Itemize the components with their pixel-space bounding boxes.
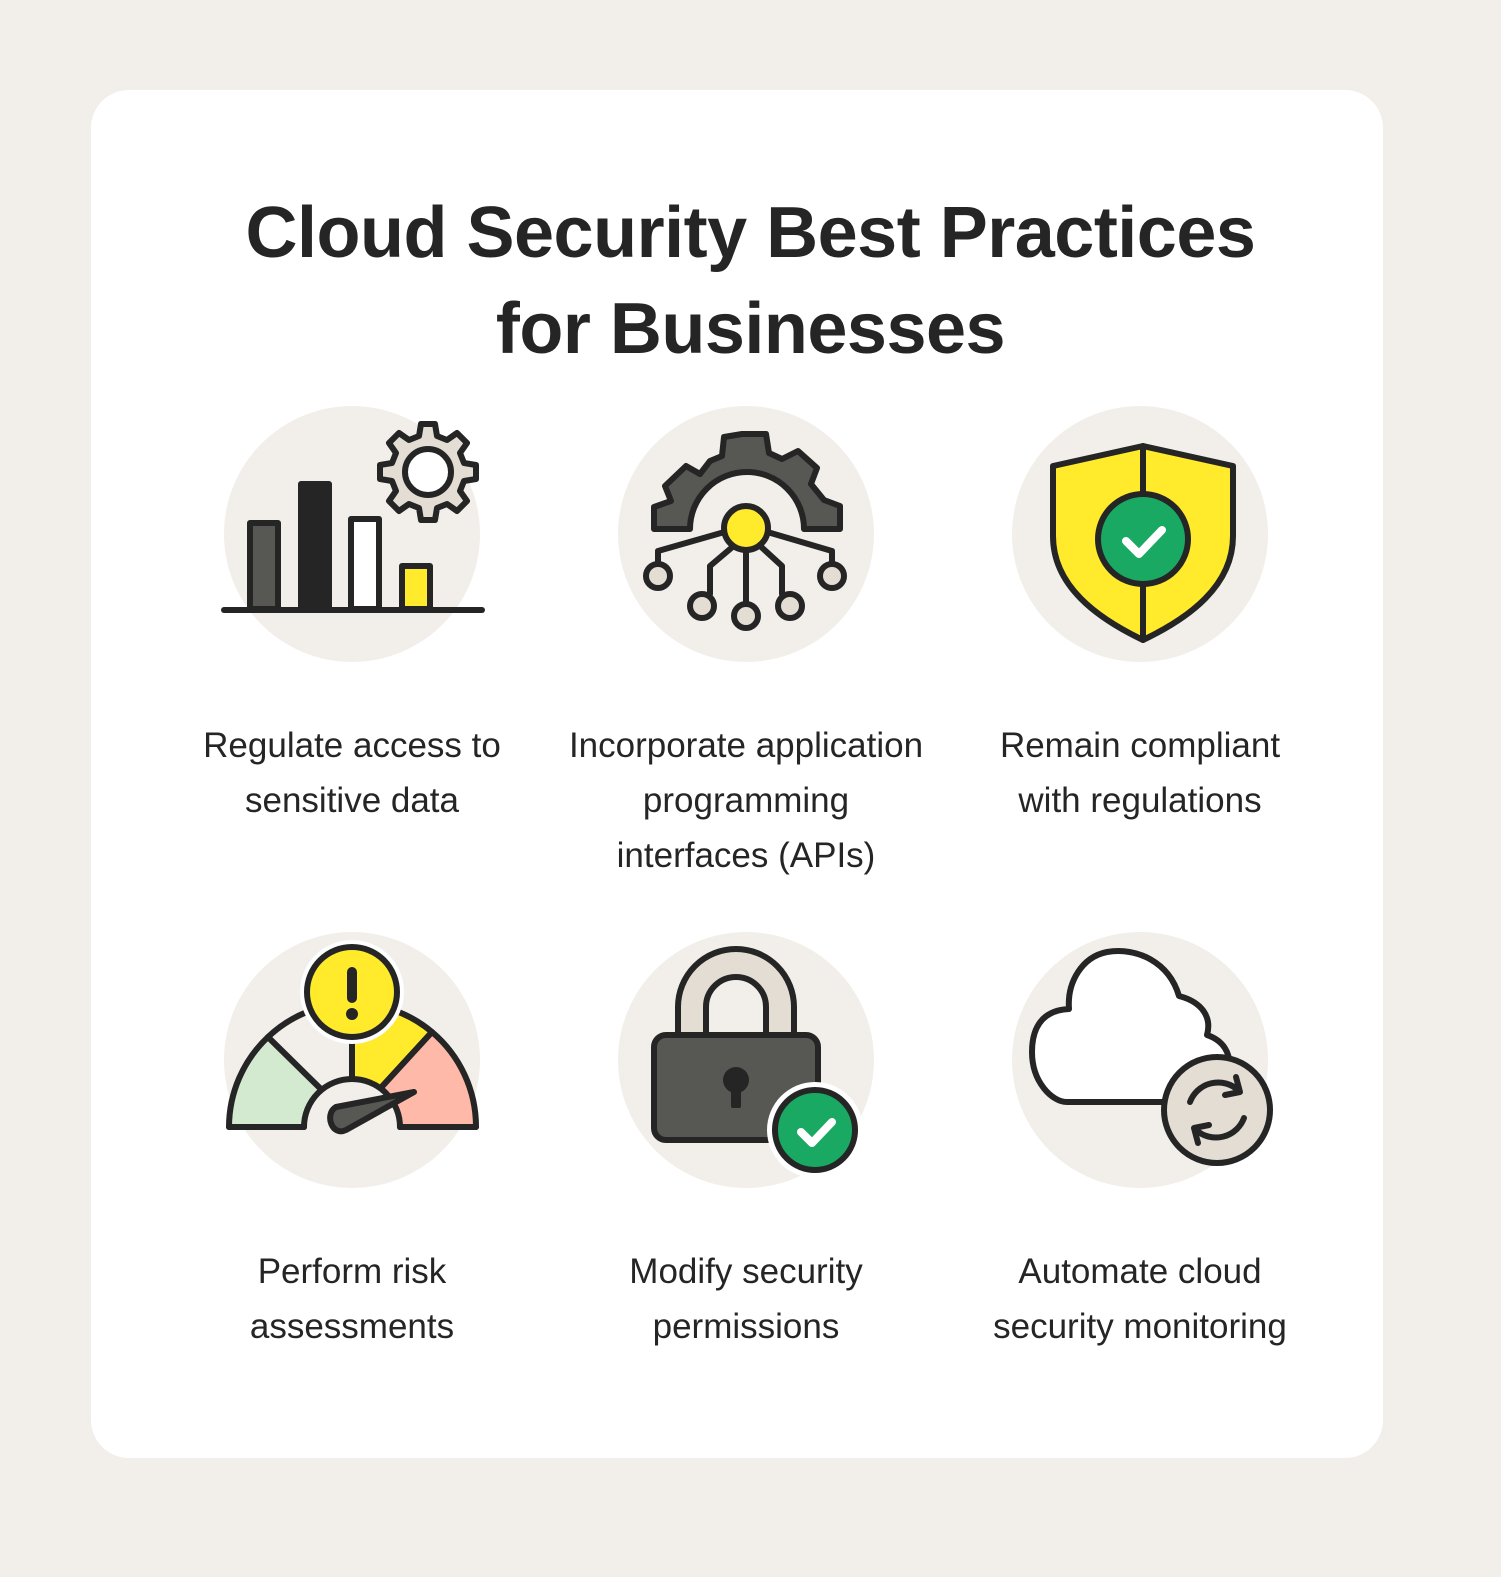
label-line: sensitive data bbox=[244, 781, 460, 820]
practice-label: Modify security permissions bbox=[546, 1244, 946, 1354]
label-line: programming bbox=[642, 781, 850, 820]
bar-chart-gear-icon-graphic bbox=[221, 406, 485, 662]
practice-label: Incorporate application programming inte… bbox=[546, 718, 946, 883]
cloud-sync-icon-graphic bbox=[1012, 932, 1273, 1188]
practice-label: Remain compliant with regulations bbox=[940, 718, 1340, 828]
practice-label: Regulate access to sensitive data bbox=[152, 718, 552, 828]
title-line-2: for Businesses bbox=[495, 289, 1006, 369]
cloud-sync-icon bbox=[1012, 932, 1273, 1188]
padlock-check-icon bbox=[618, 932, 874, 1188]
label-line: Remain compliant bbox=[999, 726, 1281, 765]
label-line: Modify security bbox=[629, 1252, 863, 1291]
label-line: Regulate access to bbox=[203, 726, 501, 765]
gear-network-icon-graphic bbox=[618, 406, 874, 662]
shield-check-icon-graphic bbox=[1012, 406, 1268, 662]
practice-label: Automate cloud security monitoring bbox=[940, 1244, 1340, 1354]
risk-gauge-icon bbox=[224, 932, 480, 1188]
gear-network-icon bbox=[618, 406, 874, 662]
title-line-1: Cloud Security Best Practices bbox=[245, 193, 1256, 273]
label-line: assessments bbox=[249, 1307, 455, 1346]
shield-check-icon bbox=[1012, 406, 1268, 662]
bar-chart-gear-icon bbox=[221, 406, 485, 662]
label-line: security monitoring bbox=[993, 1307, 1287, 1346]
label-line: Incorporate application bbox=[568, 726, 924, 765]
label-line: permissions bbox=[652, 1307, 840, 1346]
label-line: Perform risk bbox=[257, 1252, 447, 1291]
page-title: Cloud Security Best Practices for Busine… bbox=[0, 185, 1501, 377]
label-line: Automate cloud bbox=[1018, 1252, 1262, 1291]
label-line: with regulations bbox=[1018, 781, 1262, 820]
padlock-check-icon-graphic bbox=[618, 932, 874, 1188]
risk-gauge-icon-graphic bbox=[224, 932, 480, 1188]
practice-label: Perform risk assessments bbox=[152, 1244, 552, 1354]
label-line: interfaces (APIs) bbox=[616, 836, 876, 875]
